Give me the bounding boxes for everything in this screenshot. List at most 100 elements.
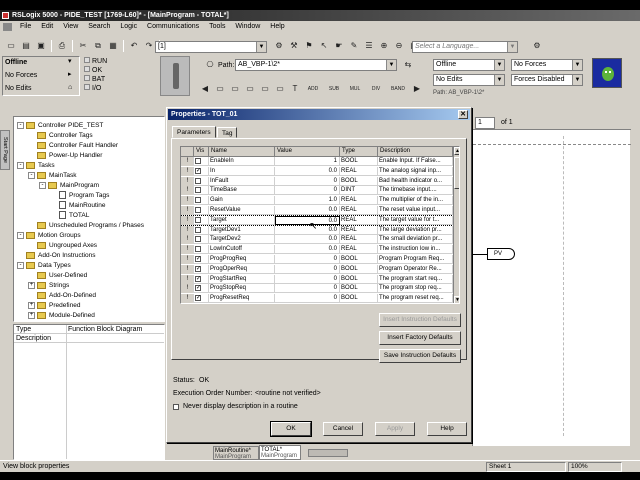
vis-checkbox[interactable]: ✓ [195,265,201,272]
vis-cell[interactable] [194,245,209,255]
vis-checkbox[interactable]: ✓ [195,285,201,292]
parameter-row[interactable]: ! ✓ ProgStopReq 0 BOOL The program stop req..… [181,284,453,294]
path-combo[interactable]: AB_VBP-1\2* ▼ [235,59,397,71]
properties-icon[interactable]: ☰ [362,39,376,53]
row-header[interactable]: ! [181,215,194,225]
vis-cell[interactable] [194,225,209,235]
tree-item[interactable]: + Strings [28,281,69,291]
tree-item[interactable]: MainRoutine [50,201,106,211]
go-online-icon[interactable]: ⇆ [401,58,415,72]
col-description[interactable]: Description [378,147,453,157]
vis-checkbox[interactable] [195,158,201,164]
vis-checkbox[interactable]: ✓ [195,295,201,302]
parameter-row[interactable]: ! ✓ ProgResetReq 0 BOOL The program reset req… [181,294,453,303]
parameter-row[interactable]: ! ✓ In 0.0 REAL The analog signal inp... [181,166,453,176]
chevron-right-icon[interactable]: ▸ [68,70,72,79]
collapse-icon[interactable]: - [17,161,24,169]
tree-item[interactable]: + Module-Defined [28,311,95,321]
chevron-down-icon[interactable]: ▼ [256,42,266,52]
cell-value[interactable]: 0.0 [275,235,340,245]
expand-icon[interactable]: + [28,281,35,289]
tree-item[interactable]: - MainProgram [39,181,99,191]
expand-icon[interactable]: + [28,301,35,309]
parameter-row[interactable]: ! ✓ ProgStartReq 0 BOOL The program start req… [181,274,453,284]
select-icon[interactable]: ↖ [317,39,331,53]
vis-cell[interactable] [194,176,209,186]
vis-cell[interactable] [194,196,209,206]
copy-icon[interactable]: ⧉ [91,39,105,53]
tree-item[interactable]: + Predefined [28,301,80,311]
row-header[interactable]: ! [181,157,194,166]
instr-sub[interactable]: SUB [324,82,344,96]
forces-combo[interactable]: No Forces ▼ [511,59,583,71]
vis-checkbox[interactable] [195,207,201,213]
network-icon[interactable]: ⎔ [203,58,217,72]
collapse-icon[interactable]: - [17,231,24,239]
tree-item[interactable]: - Motion Groups [17,231,81,241]
cut-icon[interactable]: ✂ [76,39,90,53]
chevron-down-icon[interactable]: ▼ [572,75,582,85]
tree-item[interactable]: Add-On Instructions [17,251,95,261]
cell-value[interactable]: 0.0 [275,245,340,255]
row-header[interactable]: ! [181,206,194,215]
menu-communications[interactable]: Communications [143,21,203,33]
vis-checkbox[interactable] [195,216,201,223]
cell-value[interactable]: 0.0 [275,206,340,215]
row-header[interactable]: ! [181,294,194,303]
insert-factory-defaults-button[interactable]: Insert Factory Defaults [379,331,461,345]
tab-tag[interactable]: Tag [217,127,238,138]
col-type[interactable]: Type [340,147,378,157]
vis-cell[interactable]: ✓ [194,264,209,274]
chevron-down-icon[interactable]: ▼ [386,60,396,70]
chevron-down-icon[interactable]: ▼ [572,60,582,70]
vis-cell[interactable]: ✓ [194,274,209,284]
output-reference-pv[interactable]: PV [487,248,515,260]
verify-routine-icon[interactable]: ⚒ [287,39,301,53]
print-icon[interactable]: ⎙ [55,39,69,53]
instr-div[interactable]: DIV [366,82,386,96]
parameter-row[interactable]: ! Gain 1.0 REAL The multiplier of the in... [181,196,453,206]
vis-cell[interactable]: ✓ [194,166,209,176]
instr-add[interactable]: ADD [303,82,323,96]
col-value[interactable]: Value [275,147,340,157]
new-icon[interactable]: ▭ [4,39,18,53]
never-display-option[interactable]: Never display description in a routine [173,402,298,411]
vis-checkbox[interactable] [195,177,201,184]
undo-icon[interactable]: ↶ [127,39,141,53]
tab-mainroutine[interactable]: MainRoutine* MainProgram [213,446,259,460]
vis-checkbox[interactable]: ✓ [195,275,201,282]
never-display-checkbox[interactable] [173,403,179,410]
col-vis[interactable]: Vis [194,147,209,157]
tagname-icon[interactable]: T [288,82,302,96]
tree-item[interactable]: TOTAL [50,211,89,221]
cell-value[interactable]: 0 [275,264,340,274]
parameter-row[interactable]: ! TargetDev2 0.0 REAL The small deviation pr… [181,235,453,245]
edit-icon[interactable]: ✎ [347,39,361,53]
pointer-icon[interactable]: ☛ [332,39,346,53]
fbd-sheet[interactable]: 1 of 1 PV [472,116,631,446]
vis-checkbox[interactable] [195,246,201,253]
scroll-left-icon[interactable]: ◀ [198,82,212,96]
row-header[interactable]: ! [181,196,194,206]
input-wire-icon[interactable]: ▭ [243,82,257,96]
input-ref-icon[interactable]: ▭ [213,82,227,96]
apply-button[interactable]: Apply [375,422,415,436]
cell-value[interactable]: 0 [275,284,340,294]
collapse-icon[interactable]: - [17,121,24,129]
zoom-out-icon[interactable]: ⊖ [392,39,406,53]
collapse-icon[interactable]: - [28,171,35,179]
parameter-row[interactable]: ! ✓ ProgProgReq 0 BOOL Program Program Req... [181,255,453,264]
row-header[interactable]: ! [181,264,194,274]
row-header[interactable]: ! [181,274,194,284]
scroll-down-icon[interactable]: ▼ [454,296,459,303]
close-icon[interactable]: ✕ [458,110,468,119]
vis-cell[interactable]: ✓ [194,284,209,294]
collapse-icon[interactable]: - [17,261,24,269]
vis-checkbox[interactable] [195,197,201,204]
menu-tools[interactable]: Tools [205,21,229,33]
parameter-row[interactable]: ! ResetValue 0.0 REAL The reset value input.… [181,206,453,215]
tree-item[interactable]: Controller Fault Handler [28,141,118,151]
chevron-down-icon[interactable]: ▼ [494,60,504,70]
tree-item[interactable]: Program Tags [50,191,109,201]
output-wire-icon[interactable]: ▭ [258,82,272,96]
